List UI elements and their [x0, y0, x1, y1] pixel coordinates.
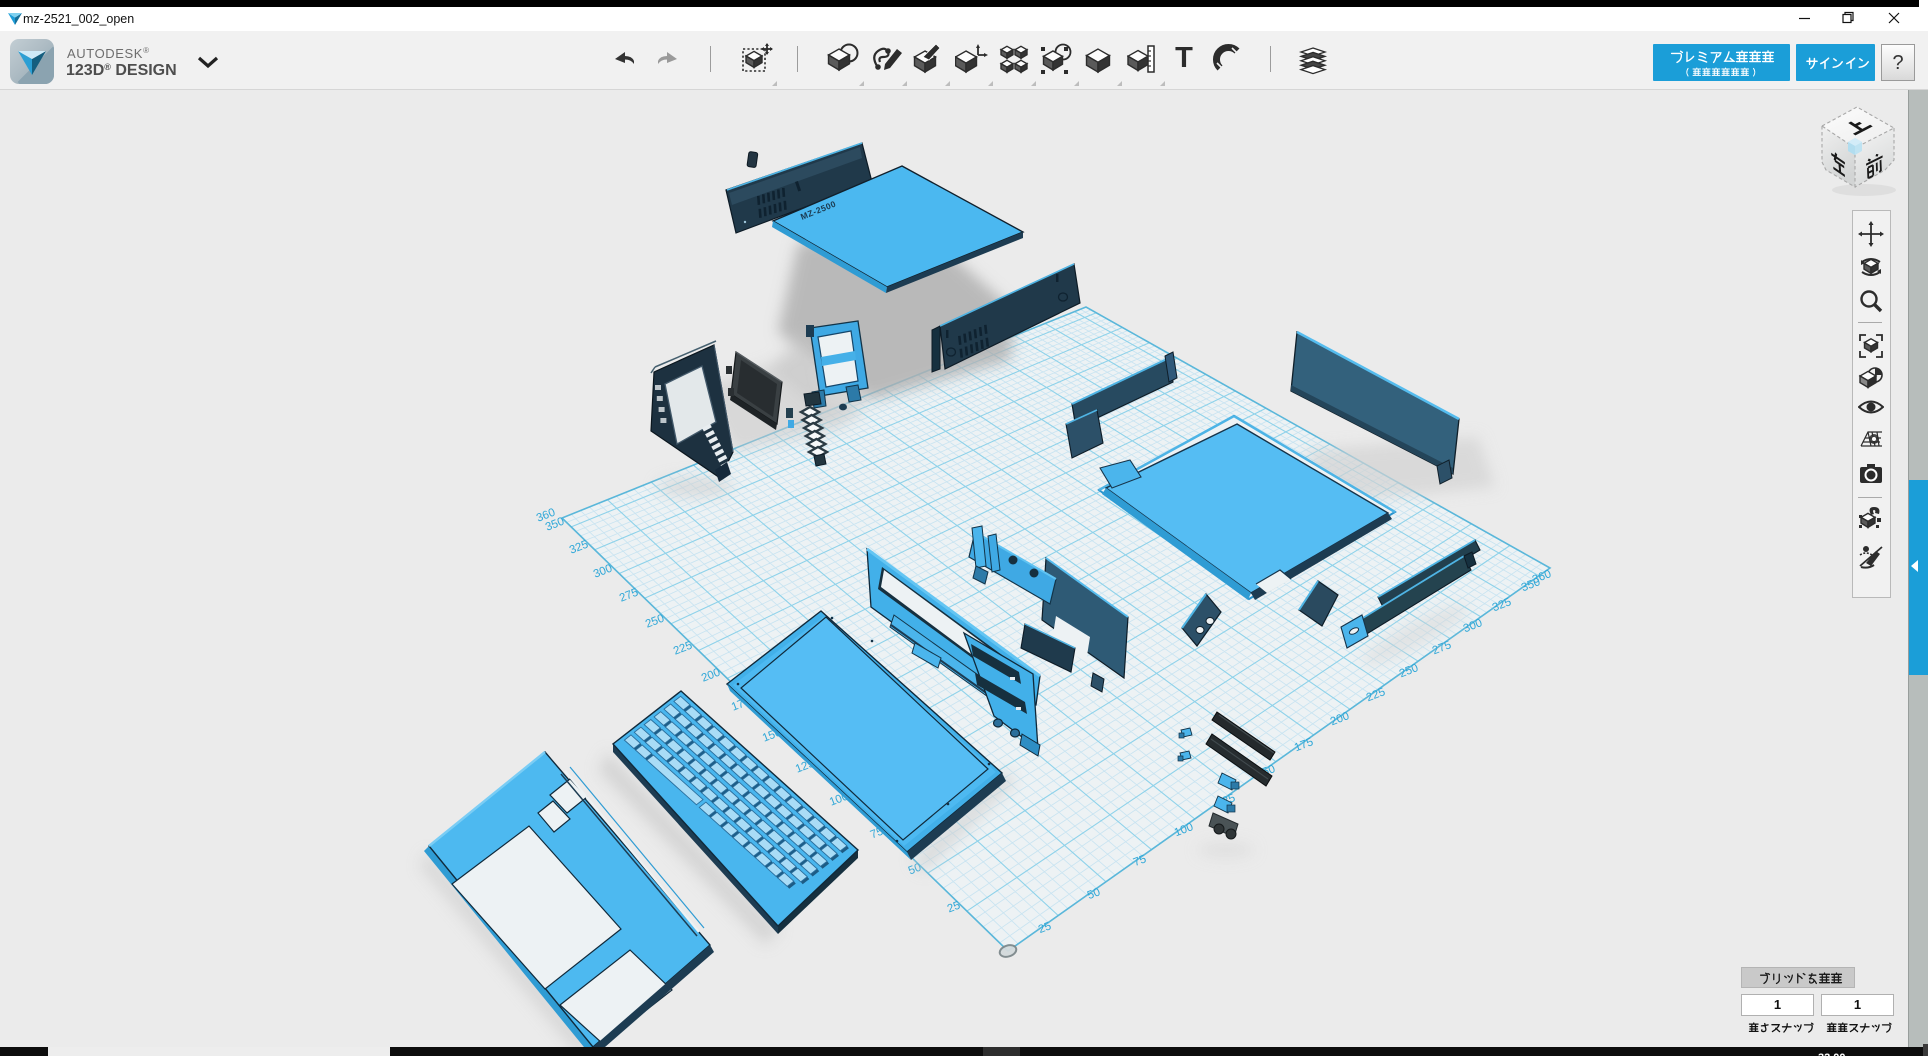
svg-text:275: 275: [618, 587, 640, 605]
svg-text:225: 225: [672, 640, 694, 658]
svg-text:300: 300: [592, 563, 614, 581]
svg-text:200: 200: [700, 667, 722, 685]
svg-text:250: 250: [644, 613, 666, 631]
svg-text:325: 325: [568, 539, 590, 557]
